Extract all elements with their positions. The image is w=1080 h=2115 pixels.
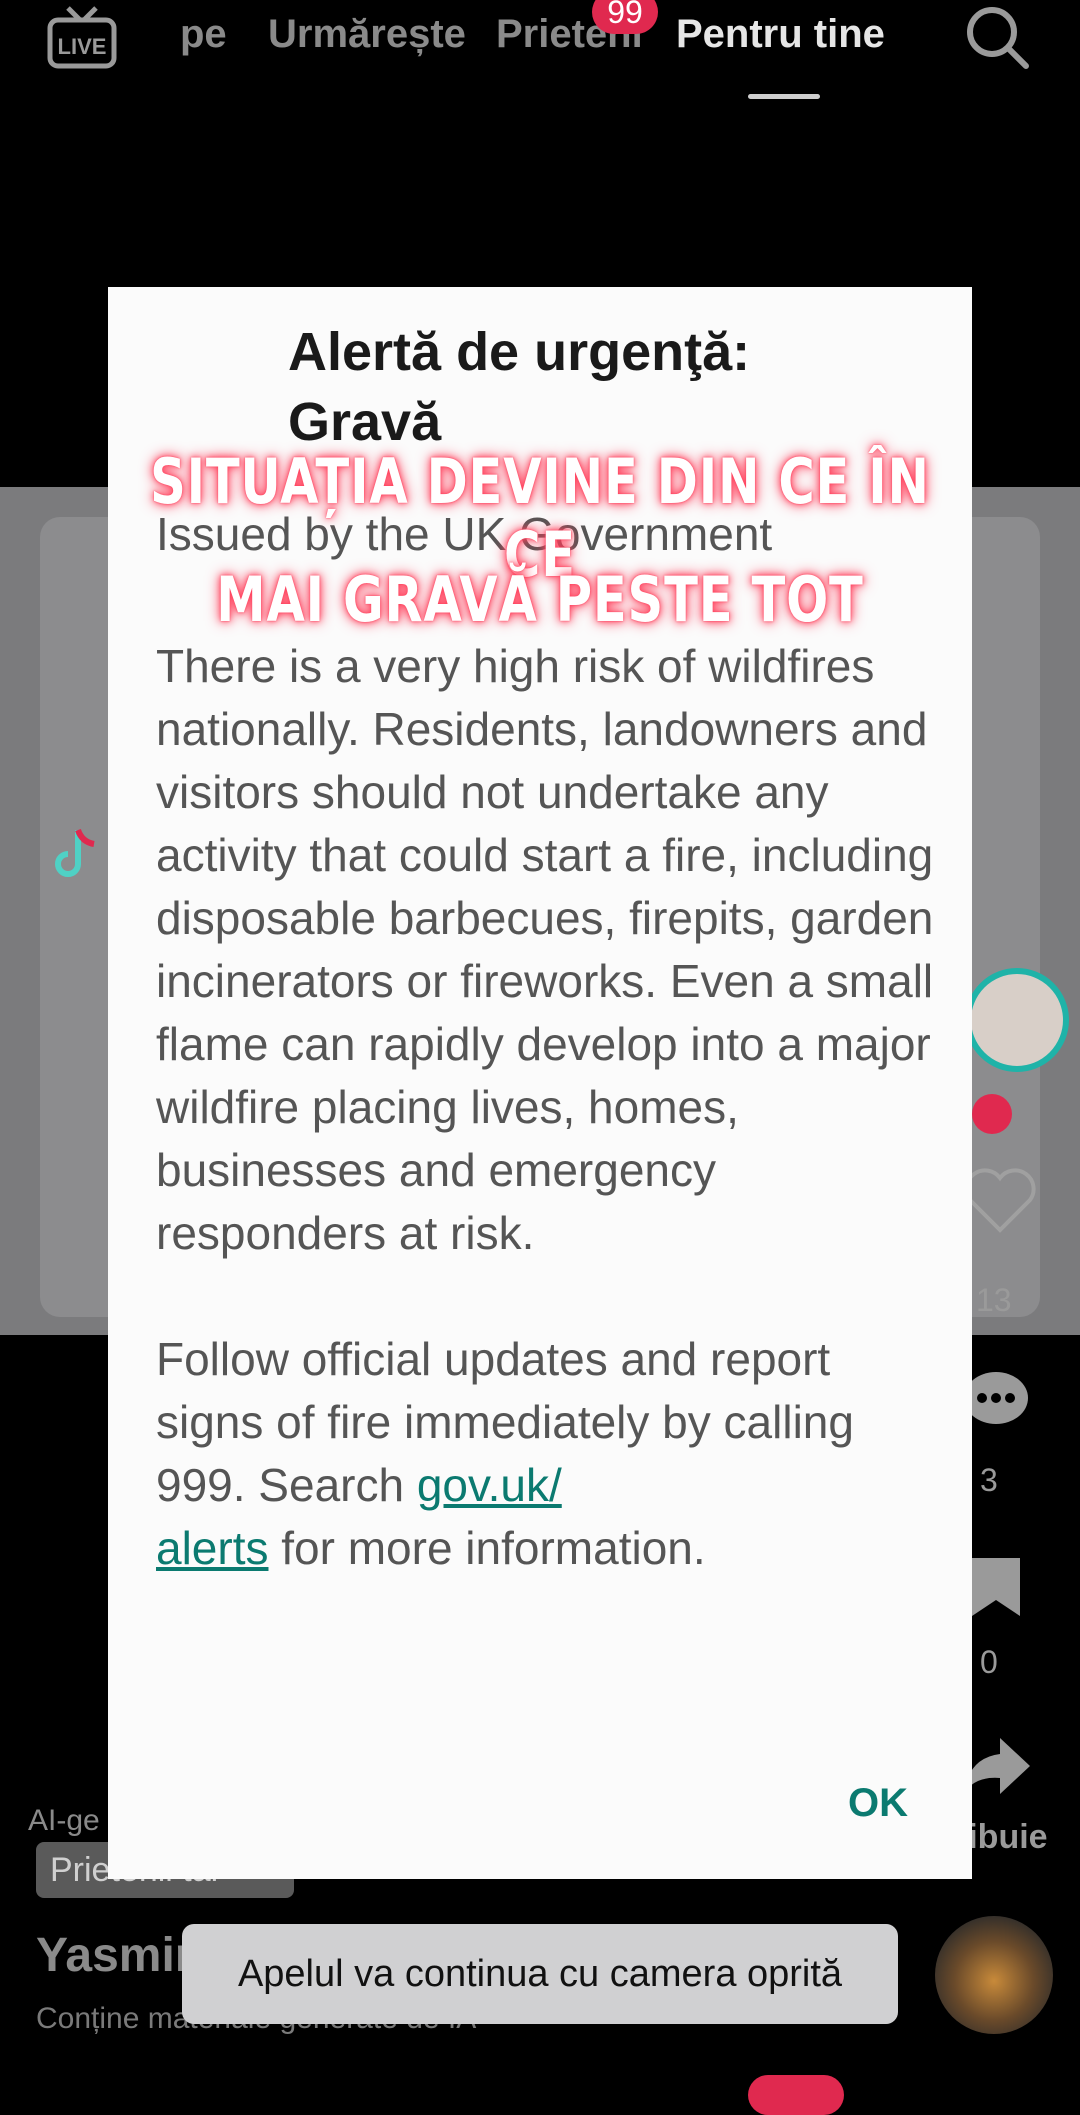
inbox-badge <box>748 2075 844 2115</box>
follow-plus-icon[interactable] <box>972 1094 1012 1134</box>
svg-text:LIVE: LIVE <box>58 34 107 59</box>
tab-explore[interactable]: pe <box>180 12 227 57</box>
creator-avatar[interactable] <box>965 968 1069 1072</box>
friends-badge: 99 <box>592 0 658 34</box>
tiktok-logo-icon <box>55 828 95 877</box>
alert-paragraph-2: Follow official updates and report signs… <box>156 1328 936 1580</box>
call-toast: Apelul va continua cu camera oprită <box>182 1924 898 2024</box>
tab-following[interactable]: Urmărește <box>268 12 466 57</box>
search-icon[interactable] <box>962 2 1032 72</box>
save-count: 0 <box>980 1644 998 1680</box>
alert-paragraph-2-tail: for more information. <box>268 1522 706 1574</box>
comment-count: 3 <box>980 1462 998 1498</box>
music-disc-icon[interactable] <box>935 1916 1053 2034</box>
heart-icon[interactable] <box>960 1160 1040 1240</box>
bookmark-icon[interactable] <box>968 1554 1024 1620</box>
alert-paragraph-1: There is a very high risk of wildfires n… <box>156 640 934 1259</box>
caption-line-2: MAI GRAVĂ PESTE TOT <box>216 563 864 636</box>
live-icon[interactable]: LIVE <box>46 6 118 70</box>
like-count: 13 <box>976 1282 1012 1318</box>
top-nav: LIVE pe Urmărește Prieteni 99 Pentru tin… <box>0 0 1080 110</box>
ok-button[interactable]: OK <box>848 1781 908 1826</box>
active-tab-indicator <box>748 94 820 99</box>
tab-for-you[interactable]: Pentru tine <box>676 12 885 57</box>
ai-generated-label: AI-ge <box>28 1804 100 1837</box>
alert-title: Alertă de urgenţă: Gravă <box>288 322 751 452</box>
alert-body: There is a very high risk of wildfires n… <box>156 635 936 1643</box>
